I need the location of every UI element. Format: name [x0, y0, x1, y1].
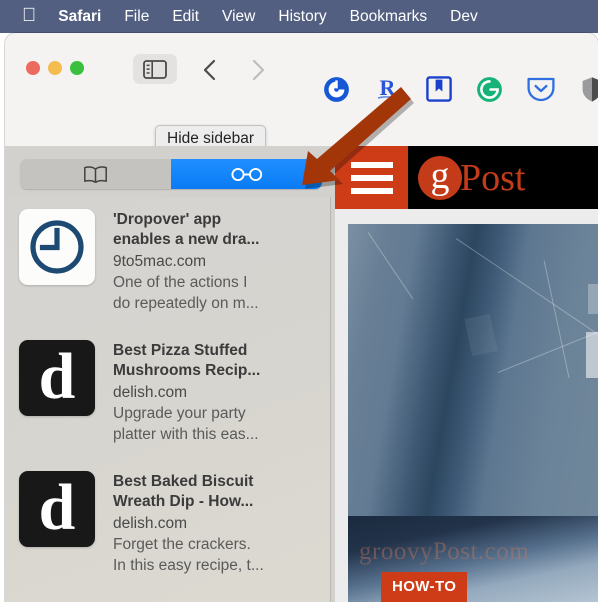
list-item-text: Best Pizza Stuffed Mushrooms Recip... de… — [113, 340, 260, 447]
menu-item-edit[interactable]: Edit — [172, 8, 199, 26]
list-item-domain: delish.com — [113, 383, 188, 401]
list-item-domain: delish.com — [113, 514, 188, 532]
hamburger-menu-icon — [350, 174, 393, 181]
list-item-title-line2: Wreath Dip - How... — [113, 492, 254, 510]
extension-privacy-shield-button[interactable] — [566, 72, 598, 106]
macos-menu-bar:  Safari File Edit View History Bookmark… — [0, 0, 598, 33]
hamburger-menu-icon — [350, 161, 393, 168]
page-scrollbar[interactable] — [591, 224, 598, 602]
site-logo-letter: g — [430, 155, 450, 197]
extension-grammarly-button[interactable] — [464, 72, 515, 106]
close-button[interactable] — [26, 61, 40, 75]
reading-list[interactable]: 'Dropover' app enables a new dra... 9to5… — [5, 197, 330, 602]
sidebar-divider — [330, 197, 331, 602]
site-logo[interactable]: g Post — [408, 146, 598, 209]
list-item-snippet-line1: One of the actions I — [113, 273, 248, 291]
bookmark-icon — [425, 76, 452, 102]
shield-icon — [582, 76, 598, 102]
sidebar-panel-icon — [143, 59, 167, 79]
favicon-delish: d — [19, 340, 95, 416]
pocket-icon — [526, 77, 555, 102]
list-item-snippet-line2: do repeatedly on m... — [113, 294, 259, 312]
browser-toolbar: R Hide sidebar — [5, 33, 598, 155]
chevron-right-icon — [252, 59, 264, 81]
delish-d-icon: d — [38, 471, 76, 544]
window-content: 'Dropover' app enables a new dra... 9to5… — [5, 146, 598, 602]
list-item-snippet-line1: Upgrade your party — [113, 404, 246, 422]
menu-item-bookmarks[interactable]: Bookmarks — [350, 8, 428, 26]
back-button[interactable] — [197, 57, 221, 83]
site-logo-mark: g — [418, 155, 462, 200]
list-item-title-line2: enables a new dra... — [113, 230, 260, 248]
sidebar-toggle-button[interactable] — [133, 54, 177, 84]
hamburger-menu-icon — [350, 187, 393, 194]
extension-bookmark-button[interactable] — [413, 72, 464, 106]
list-item-domain: 9to5mac.com — [113, 252, 207, 270]
menu-item-view[interactable]: View — [222, 8, 255, 26]
image-watermark: groovyPost.com — [359, 538, 530, 565]
book-icon — [84, 165, 107, 183]
delish-d-icon: d — [38, 340, 76, 413]
list-item-text: 'Dropover' app enables a new dra... 9to5… — [113, 209, 259, 316]
clock-icon — [30, 220, 84, 274]
site-logo-word: Post — [460, 156, 526, 199]
hero-highlight — [464, 313, 498, 357]
list-item[interactable]: d Best Pizza Stuffed Mushrooms Recip... … — [5, 328, 330, 459]
list-item-title-line2: Mushrooms Recip... — [113, 361, 261, 379]
webpage-content: g Post groovyPost.com HOW-TO — [335, 146, 598, 602]
article-hero-image: groovyPost.com HOW-TO — [348, 224, 598, 602]
extension-toolbar: R — [311, 75, 598, 123]
chevron-left-icon — [203, 59, 215, 81]
list-item-title-line1: 'Dropover' app — [113, 211, 222, 228]
list-item-title-line1: Best Baked Biscuit — [113, 473, 254, 490]
window-controls — [26, 61, 84, 75]
list-item-text: Best Baked Biscuit Wreath Dip - How... d… — [113, 471, 264, 578]
glasses-icon — [230, 167, 262, 181]
article-category-badge: HOW-TO — [381, 572, 468, 602]
hero-streak — [367, 232, 414, 300]
forward-button[interactable] — [246, 57, 270, 83]
menu-item-file[interactable]: File — [124, 8, 149, 26]
menu-item-safari[interactable]: Safari — [58, 8, 101, 26]
favicon-delish: d — [19, 471, 95, 547]
coinbase-icon — [324, 76, 349, 102]
hero-streak — [543, 260, 570, 379]
list-item[interactable]: 'Dropover' app enables a new dra... 9to5… — [5, 197, 330, 328]
list-item[interactable]: d Best Baked Biscuit Wreath Dip - How...… — [5, 459, 330, 590]
safari-screenshot:  Safari File Edit View History Bookmark… — [0, 0, 598, 602]
list-item-snippet-line2: platter with this eas... — [113, 425, 259, 443]
site-header: g Post — [335, 146, 598, 209]
maximize-button[interactable] — [70, 61, 84, 75]
sidebar-segmented-control — [20, 159, 322, 189]
apple-logo-icon[interactable]:  — [22, 6, 36, 25]
favicon-clock — [19, 209, 95, 285]
grammarly-icon — [477, 76, 502, 102]
site-menu-button[interactable] — [335, 146, 408, 209]
menu-item-develop[interactable]: Dev — [450, 8, 478, 26]
extension-pocket-button[interactable] — [515, 72, 566, 106]
safari-window: R Hide sidebar 'Dropover' app enables a … — [5, 33, 598, 602]
extension-readwise-button[interactable]: R — [362, 72, 413, 106]
minimize-button[interactable] — [48, 61, 62, 75]
extension-coinbase-button[interactable] — [311, 72, 362, 106]
list-item-snippet-line1: Forget the crackers. — [113, 535, 251, 553]
sidebar-item-reading-list[interactable] — [171, 159, 322, 189]
readwise-icon: R — [377, 75, 398, 100]
sidebar-item-bookmarks[interactable] — [20, 159, 171, 189]
safari-sidebar: 'Dropover' app enables a new dra... 9to5… — [5, 146, 335, 602]
list-item-snippet-line2: In this easy recipe, t... — [113, 556, 264, 574]
menu-item-history[interactable]: History — [278, 8, 326, 26]
list-item-title-line1: Best Pizza Stuffed — [113, 342, 248, 359]
